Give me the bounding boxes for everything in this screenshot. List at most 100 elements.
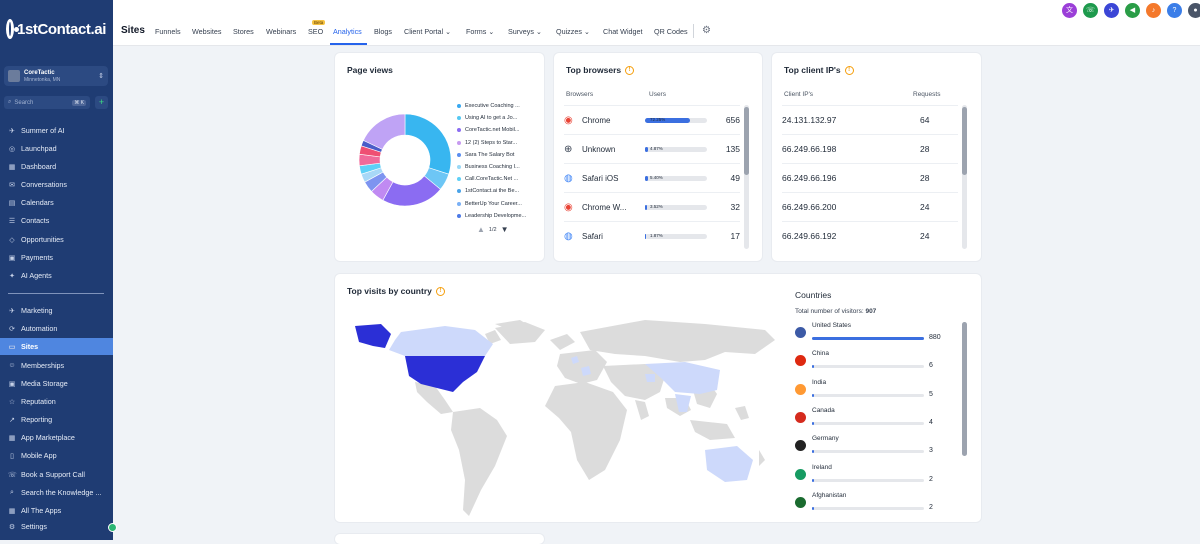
legend-item[interactable]: Sara The Salary Bot xyxy=(457,152,514,158)
legend-item[interactable]: Leadership Developme... xyxy=(457,213,526,219)
legend-item[interactable]: BetterUp Your Career... xyxy=(457,201,522,207)
sidebar-item-conversations[interactable]: ✉ Conversations xyxy=(0,176,113,193)
brand-logo[interactable]: 1stContact.ai xyxy=(6,8,106,50)
avatar-button[interactable]: ● xyxy=(1188,3,1200,18)
tab-forms[interactable]: Forms ⌄ xyxy=(466,27,494,36)
avatar-icon: ● xyxy=(1193,7,1198,14)
sidebar-item-all-the-apps[interactable]: ▦ All The Apps xyxy=(0,502,113,519)
tab-surveys[interactable]: Surveys ⌄ xyxy=(508,27,542,36)
megaphone-icon: ◀ xyxy=(1129,7,1136,14)
countries-title: Countries xyxy=(795,290,832,300)
tab-qr-codes[interactable]: QR Codes xyxy=(654,27,688,36)
country-visits-bar xyxy=(812,450,924,454)
browser-scrollbar[interactable] xyxy=(744,105,749,249)
country-visits-bar xyxy=(812,365,924,369)
info-icon[interactable]: ! xyxy=(625,66,635,76)
safari-icon: ◍ xyxy=(564,172,573,184)
chrome-icon: ◉ xyxy=(564,114,573,126)
legend-item[interactable]: Call.CoreTactic.Net ... xyxy=(457,176,518,182)
page-views-donut-chart xyxy=(358,113,452,207)
sidebar-item-dashboard[interactable]: ▦ Dashboard xyxy=(0,158,113,175)
browser-row: ◉ Chrome W... 3.52% 32 xyxy=(564,192,740,221)
logo-text: 1stContact.ai xyxy=(17,20,106,38)
megaphone-button[interactable]: ◀ xyxy=(1125,3,1140,18)
country-visits-fill xyxy=(812,450,814,454)
sidebar-item-book-a-support-call[interactable]: ☏ Book a Support Call xyxy=(0,466,113,483)
legend-item[interactable]: CoreTactic.net Mobil... xyxy=(457,127,519,133)
gear-icon[interactable]: ⚙ xyxy=(702,25,711,36)
sidebar-item-ai-agents[interactable]: ✦ AI Agents xyxy=(0,267,113,284)
countries-scrollbar[interactable] xyxy=(962,322,967,456)
browser-share-bar: 3.52% xyxy=(645,204,707,210)
country-name: Afghanistan xyxy=(812,491,847,499)
legend-dot xyxy=(457,128,461,133)
legend-dot xyxy=(457,116,461,121)
info-icon[interactable]: ! xyxy=(435,287,445,297)
browser-name: Safari xyxy=(582,231,603,241)
help-button[interactable]: ? xyxy=(1167,3,1182,18)
info-icon[interactable]: ! xyxy=(844,66,854,76)
sidebar-item-opportunities[interactable]: ◇ Opportunities xyxy=(0,231,113,248)
tab-analytics[interactable]: Analytics xyxy=(333,27,362,36)
ip-scrollbar[interactable] xyxy=(962,105,967,249)
sidebar-item-summer-of-ai[interactable]: ✈ Summer of AI xyxy=(0,122,113,139)
sidebar-item-label: Conversations xyxy=(21,180,67,189)
sidebar-item-media-storage[interactable]: ▣ Media Storage xyxy=(0,375,113,392)
ip-scroll-thumb[interactable] xyxy=(962,107,967,175)
tab-websites[interactable]: Websites xyxy=(192,27,221,36)
tab-quizzes[interactable]: Quizzes ⌄ xyxy=(556,27,590,36)
tab-stores[interactable]: Stores xyxy=(233,27,254,36)
country-visits-fill xyxy=(812,365,814,369)
rocket-icon: ✈ xyxy=(9,127,15,135)
rocket-button[interactable]: ✈ xyxy=(1104,3,1119,18)
legend-item[interactable]: Business Coaching I... xyxy=(457,164,520,170)
sidebar-item-label: Launchpad xyxy=(21,144,57,153)
sidebar-item-mobile-app[interactable]: ▯ Mobile App xyxy=(0,447,113,464)
legend-label: Leadership Developme... xyxy=(465,212,527,219)
tab-client-portal[interactable]: Client Portal ⌄ xyxy=(404,27,451,36)
country-visits-fill xyxy=(812,506,814,510)
pager-down-icon[interactable]: ▼ xyxy=(501,225,509,234)
country-visits-value: 2 xyxy=(929,503,933,511)
quick-add-button[interactable]: + xyxy=(95,96,108,109)
sidebar-item-label: Contacts xyxy=(21,216,50,225)
sidebar-item-automation[interactable]: ⟳ Automation xyxy=(0,320,113,337)
sidebar-item-app-marketplace[interactable]: ▦ App Marketplace xyxy=(0,429,113,446)
sidebar-item-launchpad[interactable]: ◎ Launchpad xyxy=(0,140,113,157)
sidebar-item-reputation[interactable]: ☆ Reputation xyxy=(0,393,113,410)
legend-item[interactable]: 12 (2) Steps to Star... xyxy=(457,140,517,146)
pager-up-icon[interactable]: ▲ xyxy=(477,225,485,234)
sidebar-item-contacts[interactable]: ☰ Contacts xyxy=(0,212,113,229)
legend-item[interactable]: Using AI to get a Jo... xyxy=(457,115,517,121)
sidebar-item-search-the-knowledge[interactable]: ⌕ Search the Knowledge ... xyxy=(0,484,113,501)
browser-scroll-thumb[interactable] xyxy=(744,107,749,175)
phone-button[interactable]: ☏ xyxy=(1083,3,1098,18)
translate-button[interactable]: 文 xyxy=(1062,3,1077,18)
tab-funnels[interactable]: Funnels xyxy=(155,27,181,36)
tab-chat-widget[interactable]: Chat Widget xyxy=(603,27,643,36)
tab-blogs[interactable]: Blogs xyxy=(374,27,392,36)
sidebar-item-sites[interactable]: ▭ Sites xyxy=(0,338,113,355)
browser-users: 656 xyxy=(725,115,740,125)
browser-share-fill xyxy=(645,233,647,239)
users-column-header: Users xyxy=(649,91,666,98)
legend-item[interactable]: 1stContact.ai the Be... xyxy=(457,188,519,194)
tab-webinars[interactable]: Webinars xyxy=(266,27,296,36)
sidebar-item-memberships[interactable]: ☺ Memberships xyxy=(0,357,113,374)
sidebar-item-marketing[interactable]: ✈ Marketing xyxy=(0,302,113,319)
sidebar-item-label: AI Agents xyxy=(21,271,52,280)
donut-slice[interactable] xyxy=(404,113,452,175)
sidebar-item-payments[interactable]: ▣ Payments xyxy=(0,249,113,266)
countries-scroll-thumb[interactable] xyxy=(962,322,967,456)
legend-label: 12 (2) Steps to Star... xyxy=(465,139,517,146)
sidebar-search-input[interactable]: ⌕ Search ⌘ K xyxy=(4,96,90,109)
bell-button[interactable]: ♪ xyxy=(1146,3,1161,18)
location-switcher[interactable]: CoreTactic Minnetonka, MN ⇕ xyxy=(4,66,108,86)
sidebar-item-reporting[interactable]: ↗ Reporting xyxy=(0,411,113,428)
sites-icon: ▭ xyxy=(8,343,16,351)
tab-seo[interactable]: SEO xyxy=(308,27,323,36)
tab-label: Stores xyxy=(233,27,254,36)
sidebar-item-calendars[interactable]: ▤ Calendars xyxy=(0,194,113,211)
sidebar-item-settings[interactable]: ⚙ Settings xyxy=(0,518,113,535)
legend-item[interactable]: Executive Coaching ... xyxy=(457,103,520,109)
